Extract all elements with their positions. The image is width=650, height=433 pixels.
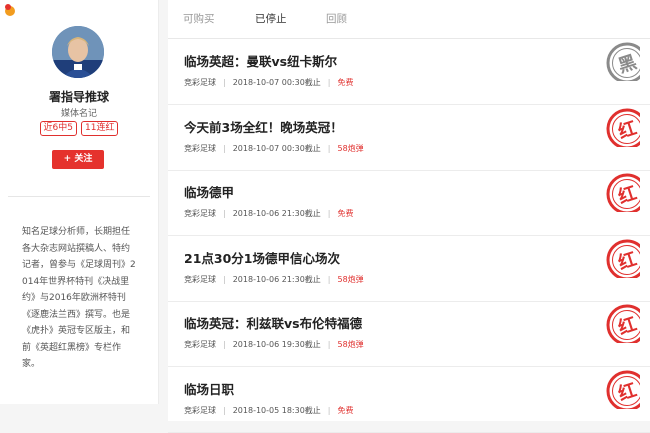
tip-list-panel: 可购买 已停止 回顾 临场英超：曼联vs纽卡斯尔竞彩足球 | 2018-10-07 …: [168, 0, 650, 433]
avatar[interactable]: [52, 26, 104, 78]
tip-title[interactable]: 临场英冠：利兹联vs布伦特福德: [184, 313, 362, 332]
profile-name: 署指导推球: [48, 90, 109, 104]
tip-meta: 竞彩足球 | 2018-10-05 18:30截止 | 免费: [184, 405, 354, 416]
tip-meta: 竞彩足球 | 2018-10-07 00:30截止 | 58炮弹: [184, 143, 364, 154]
profile-title: 媒体名记: [60, 109, 97, 119]
separator: |: [327, 340, 331, 349]
tab-bar: 可购买 已停止 回顾: [168, 0, 650, 39]
tip-meta: 竞彩足球 | 2018-10-07 00:30截止 | 免费: [184, 77, 354, 88]
separator: |: [327, 143, 331, 153]
result-stamp-icon: 黑: [606, 42, 640, 81]
streak-badge: 11连红: [81, 121, 119, 136]
tip-category: 竞彩足球: [184, 78, 216, 87]
record-badge: 近6中5: [39, 121, 77, 136]
tip-deadline: 2018-10-06 21:30截止: [232, 274, 321, 284]
tip-meta: 竞彩足球 | 2018-10-06 21:30截止 | 免费: [184, 208, 354, 219]
result-stamp-icon: 红: [606, 173, 640, 212]
separator: |: [223, 340, 226, 349]
list-item[interactable]: 临场英超：曼联vs纽卡斯尔竞彩足球 | 2018-10-07 00:30截止 | 免费 黑: [168, 39, 650, 105]
divider: [8, 196, 150, 197]
tip-price: 58炮弹: [337, 143, 364, 153]
tip-deadline: 2018-10-06 19:30截止: [232, 340, 321, 349]
tip-price: 免费: [337, 405, 354, 415]
tab-stopped[interactable]: 已停止: [255, 11, 287, 26]
tip-deadline: 2018-10-06 21:30截止: [232, 209, 321, 218]
result-stamp-icon: 红: [606, 108, 640, 147]
separator: |: [223, 209, 226, 218]
logo-icon: [5, 4, 15, 16]
separator: |: [327, 274, 331, 284]
result-stamp-icon: 红: [606, 304, 640, 343]
tip-meta: 竞彩足球 | 2018-10-06 19:30截止 | 58炮弹: [184, 339, 364, 350]
separator: |: [327, 405, 331, 415]
tip-category: 竞彩足球: [184, 405, 216, 415]
tip-meta: 竞彩足球 | 2018-10-06 21:30截止 | 58炮弹: [184, 274, 364, 285]
separator: |: [223, 143, 226, 153]
tip-category: 竞彩足球: [184, 274, 216, 284]
tip-title[interactable]: 临场德甲: [184, 182, 234, 201]
tip-title[interactable]: 临场日职: [184, 379, 234, 398]
list-item[interactable]: 临场德甲竞彩足球 | 2018-10-06 21:30截止 | 免费 红: [168, 170, 650, 236]
result-stamp-icon: 红: [606, 370, 640, 409]
tip-price: 58炮弹: [337, 340, 364, 349]
list-item[interactable]: 21点30分1场德甲信心场次竞彩足球 | 2018-10-06 21:30截止 | 58…: [168, 236, 650, 302]
profile-card: 署指导推球 媒体名记 近6中5 11连红 + 关注 知名足球分析师，长期担任各大…: [0, 0, 159, 404]
tip-deadline: 2018-10-05 18:30截止: [232, 405, 321, 415]
profile-bio: 知名足球分析师，长期担任各大杂志网站撰稿人、特约记者，曾参与《足球周刊》2014…: [22, 227, 136, 369]
list-item[interactable]: 临场日职竞彩足球 | 2018-10-05 18:30截止 | 免费 红: [168, 367, 650, 433]
badge-row: 近6中5 11连红: [0, 121, 158, 136]
tip-price: 免费: [337, 78, 354, 87]
separator: |: [223, 78, 226, 87]
list-item[interactable]: 今天前3场全红！晚场英冠！ 竞彩足球 | 2018-10-07 00:30截止 | 58炮…: [168, 105, 650, 171]
list-item[interactable]: 临场英冠：利兹联vs布伦特福德竞彩足球 | 2018-10-06 19:30截止 | 5…: [168, 301, 650, 367]
tip-category: 竞彩足球: [184, 209, 216, 218]
tip-deadline: 2018-10-07 00:30截止: [232, 143, 321, 153]
tip-title[interactable]: 21点30分1场德甲信心场次: [184, 248, 340, 267]
tip-price: 58炮弹: [337, 274, 364, 284]
tip-category: 竞彩足球: [184, 143, 216, 153]
separator: |: [327, 78, 331, 87]
tab-review[interactable]: 回顾: [326, 11, 347, 26]
separator: |: [327, 209, 331, 218]
tip-title[interactable]: 临场英超：曼联vs纽卡斯尔: [184, 51, 337, 70]
result-stamp-icon: 红: [606, 239, 640, 278]
follow-button[interactable]: + 关注: [52, 150, 104, 169]
tip-title[interactable]: 今天前3场全红！晚场英冠！: [184, 117, 343, 136]
separator: |: [223, 274, 226, 284]
tab-available[interactable]: 可购买: [183, 11, 215, 26]
tip-category: 竞彩足球: [184, 340, 216, 349]
tip-price: 免费: [337, 209, 354, 218]
tip-deadline: 2018-10-07 00:30截止: [232, 78, 321, 87]
separator: |: [223, 405, 226, 415]
